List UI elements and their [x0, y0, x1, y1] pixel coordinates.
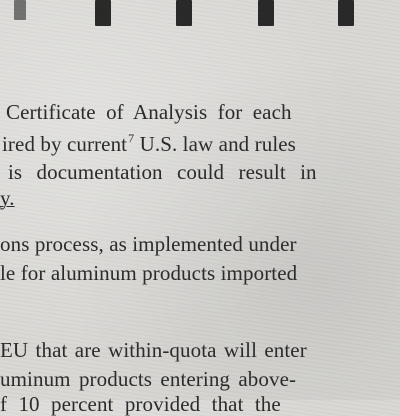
text-line: f 10 percent provided that the — [0, 392, 281, 416]
text-line: EU that are within-quota will enter — [0, 338, 307, 362]
text-segment: ired by current — [2, 132, 128, 156]
text-segment: U.S. law and rules — [134, 132, 296, 156]
binder-hole-mark — [95, 0, 111, 26]
text-line: uminum products entering above- — [0, 367, 297, 391]
text-line: Certificate of Analysis for each — [6, 100, 292, 124]
text-line: is documentation could result in — [8, 160, 317, 184]
binder-hole-mark — [176, 0, 192, 26]
document-page: Certificate of Analysis for each ired by… — [0, 0, 400, 415]
text-line: ons process, as implemented under — [0, 232, 297, 256]
binder-hole-mark — [14, 0, 26, 20]
binder-hole-mark — [338, 0, 354, 26]
text-line: y. — [0, 186, 15, 210]
text-line: le for aluminum products imported — [0, 261, 298, 285]
binder-hole-mark — [258, 0, 274, 26]
text-line: ired by current7 U.S. law and rules — [2, 132, 296, 155]
